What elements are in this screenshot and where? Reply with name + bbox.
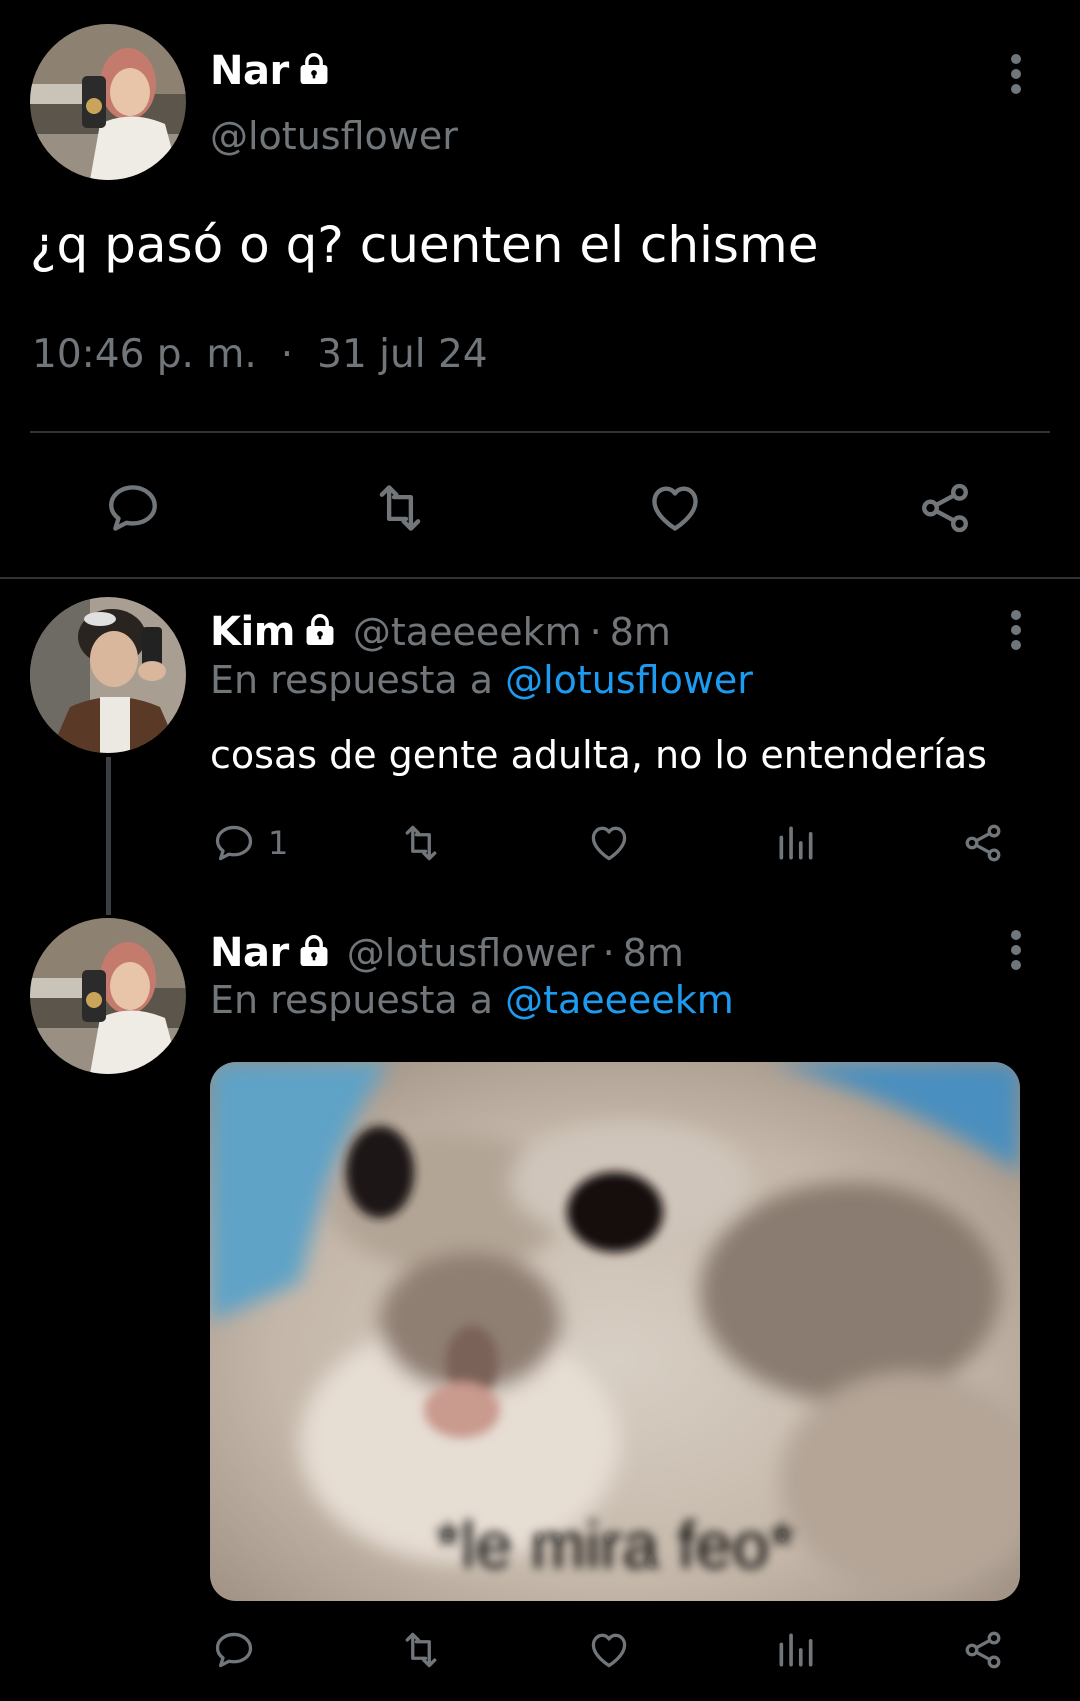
author-handle[interactable]: @lotusflower [210,114,458,158]
analytics-icon[interactable] [774,821,818,865]
lock-icon [295,50,333,88]
time-ago: 8m [622,931,684,975]
retweet-icon[interactable] [399,1628,443,1672]
author-name[interactable]: Nar [210,930,289,976]
media-caption: *le mira feo* [435,1508,795,1582]
author-handle[interactable]: @lotusflower [347,931,595,975]
reply-icon[interactable] [212,821,256,865]
share-icon[interactable] [961,821,1005,865]
like-icon[interactable] [646,479,704,537]
tweet-text: ¿q pasó o q? cuenten el chisme [30,216,819,274]
avatar[interactable] [30,24,186,180]
share-icon[interactable] [916,479,974,537]
separator: · [589,610,602,654]
time-ago: 8m [609,610,671,654]
reply-to-link[interactable]: @lotusflower [505,658,753,702]
reply-prefix: En respuesta a [210,658,494,702]
author-name[interactable]: Kim [210,609,295,655]
more-options-icon[interactable] [1009,54,1023,99]
reply-prefix: En respuesta a [210,978,494,1022]
tweet-date: 31 jul 24 [317,332,488,377]
like-icon[interactable] [587,1628,631,1672]
like-icon[interactable] [587,821,631,865]
reply-to-link[interactable]: @taeeeekm [505,978,734,1022]
lock-icon [295,932,333,970]
lock-icon [301,611,339,649]
avatar[interactable] [30,597,186,753]
separator: · [280,332,294,377]
tweet-media-image[interactable]: *le mira feo* [210,1062,1020,1601]
tweet-text: cosas de gente adulta, no lo entenderías [210,733,987,777]
author-name[interactable]: Nar [210,48,289,94]
divider [30,431,1050,433]
divider [0,577,1080,579]
more-options-icon[interactable] [1009,930,1023,975]
thread-line [106,757,111,915]
author-handle[interactable]: @taeeeekm [353,610,582,654]
reply-icon[interactable] [104,479,162,537]
reply-icon[interactable] [212,1628,256,1672]
more-options-icon[interactable] [1009,610,1023,655]
reply-count: 1 [268,824,289,862]
share-icon[interactable] [961,1628,1005,1672]
analytics-icon[interactable] [774,1628,818,1672]
retweet-icon[interactable] [371,479,429,537]
separator: · [602,931,615,975]
avatar[interactable] [30,918,186,1074]
tweet-time: 10:46 p. m. [32,332,257,377]
retweet-icon[interactable] [399,821,443,865]
